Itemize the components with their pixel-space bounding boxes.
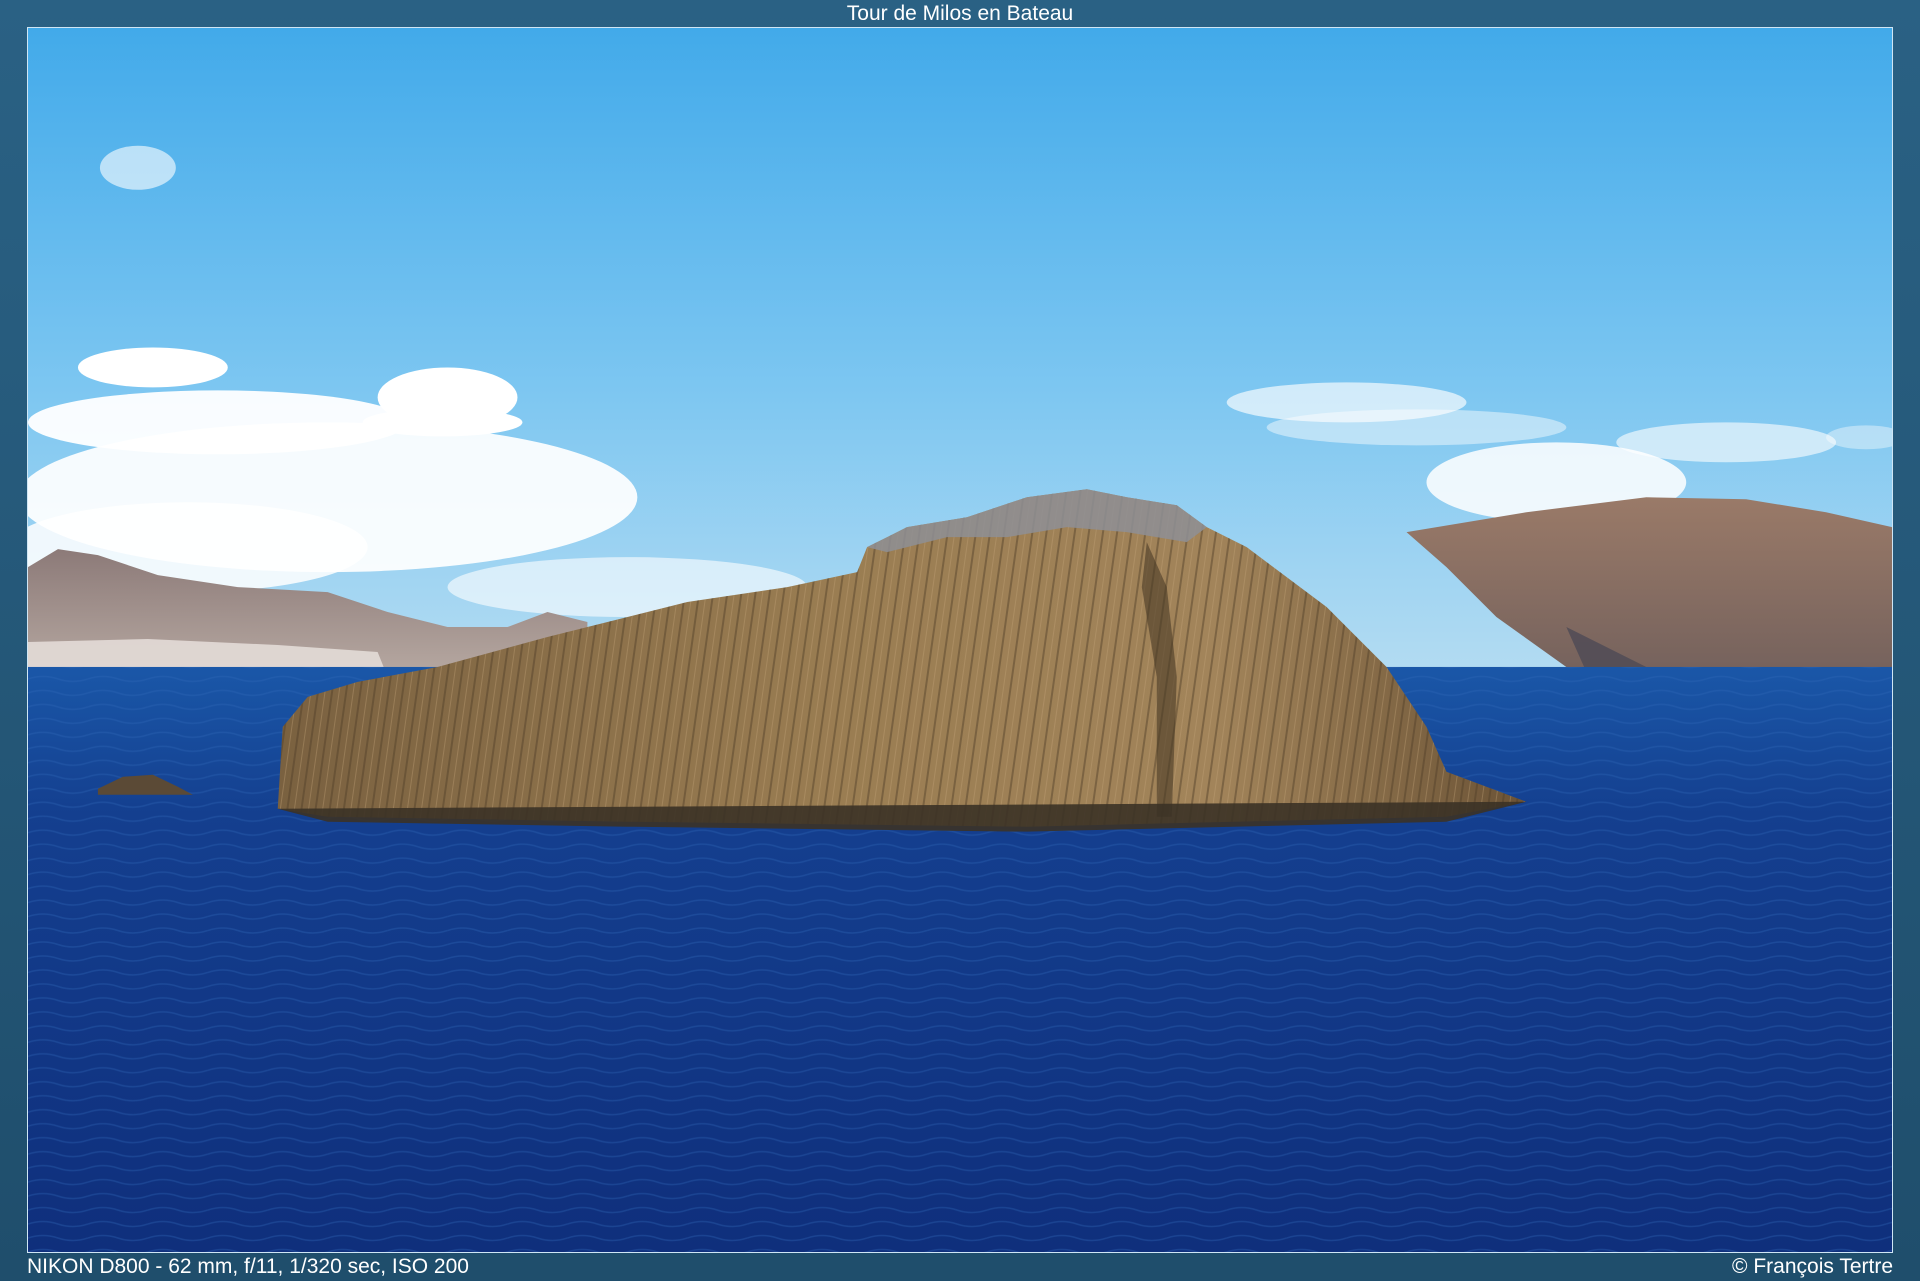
photo-scene [28,28,1892,1252]
photo [27,27,1893,1253]
photo-title: Tour de Milos en Bateau [846,2,1074,25]
gallery-frame: Tour de Milos en Bateau NIKON D800 - 62 … [0,0,1920,1281]
exif-caption: NIKON D800 - 62 mm, f/11, 1/320 sec, ISO… [27,1255,469,1278]
copyright-caption: © François Tertre [1732,1255,1893,1278]
